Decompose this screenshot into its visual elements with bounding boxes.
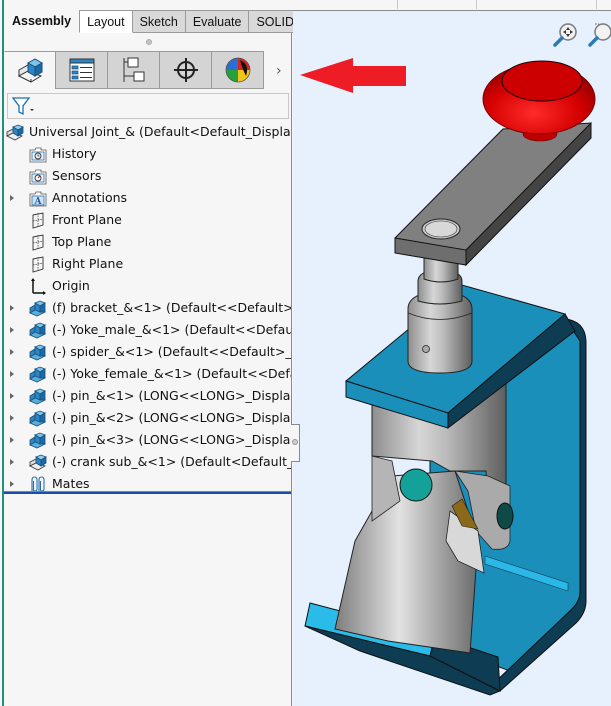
tree-item-label: (-) pin_&<2> (LONG<<LONG>_Display State … — [52, 410, 291, 425]
tree-item-sensors[interactable]: Sensors — [4, 165, 291, 187]
tree-item-origin[interactable]: Origin — [4, 275, 291, 297]
zoom-to-area-icon[interactable] — [586, 21, 611, 49]
tree-item-label: (-) Yoke_female_&<1> (Default<<Default>_… — [52, 366, 291, 381]
subassembly-icon — [29, 454, 47, 471]
tab-sketch[interactable]: Sketch — [132, 10, 186, 33]
tree-item-label: (-) spider_&<1> (Default<<Default>_Displ… — [52, 344, 291, 359]
annotations-folder-icon: A — [29, 191, 47, 207]
expand-arrow-icon[interactable] — [10, 459, 14, 465]
graphics-viewport[interactable] — [293, 10, 611, 706]
pin-side — [496, 502, 514, 530]
panel-tabs — [4, 51, 264, 89]
tree-item-annotations[interactable]: A Annotations — [4, 187, 291, 209]
plane-icon — [32, 234, 44, 251]
zoom-to-fit-icon[interactable] — [551, 21, 579, 49]
tree-item-label: (-) pin_&<1> (LONG<<LONG>_Display State … — [52, 388, 291, 403]
part-icon — [29, 432, 47, 449]
more-tabs-chevron[interactable]: › — [276, 63, 282, 79]
tab-assembly[interactable]: Assembly — [0, 10, 79, 33]
part-icon — [29, 366, 47, 383]
origin-icon — [31, 278, 46, 295]
sensors-folder-icon — [29, 169, 47, 185]
expand-arrow-icon[interactable] — [10, 481, 14, 487]
tree-item-label: (-) Yoke_male_&<1> (Default<<Default>_Di… — [52, 322, 291, 337]
panel-grip[interactable] — [146, 39, 152, 45]
featuremanager-panel: › Universal Joint_& (Default<Default_Dis… — [4, 33, 292, 706]
part-icon — [29, 388, 47, 405]
tree-item-label: (f) bracket_&<1> (Default<<Default>_Disp… — [52, 300, 291, 315]
expand-arrow-icon[interactable] — [10, 371, 14, 377]
history-folder-icon — [29, 147, 47, 163]
panel-splitter-handle[interactable] — [291, 424, 300, 462]
tree-filter-bar[interactable] — [7, 93, 289, 119]
tree-item-front-plane[interactable]: Front Plane — [4, 209, 291, 231]
tree-rollback-bar[interactable] — [4, 491, 291, 494]
expand-arrow-icon[interactable] — [10, 195, 14, 201]
crosshair-icon — [173, 58, 198, 82]
tree-item-label: Top Plane — [52, 234, 112, 249]
tab-featuremanager-design-tree[interactable] — [4, 51, 56, 89]
tree-item-label: Right Plane — [52, 256, 124, 271]
solidworks-window: Assembly Layout Sketch Evaluate SOLIDWOR… — [0, 0, 611, 706]
tab-propertymanager[interactable] — [56, 51, 108, 89]
expand-arrow-icon[interactable] — [10, 327, 14, 333]
assembly-icon — [17, 57, 44, 83]
universal-joint-model[interactable] — [293, 11, 611, 706]
funnel-filter-icon — [11, 97, 34, 116]
crank-arm-top — [394, 122, 592, 264]
tree-item-top-plane[interactable]: Top Plane — [4, 231, 291, 253]
feature-tree: Universal Joint_& (Default<Default_Displ… — [4, 121, 291, 495]
tree-item-label: (-) crank sub_&<1> (Default<Default_Disp… — [52, 454, 291, 469]
appearance-sphere-icon — [225, 57, 250, 83]
assembly-icon — [6, 124, 24, 141]
tree-item-label: (-) pin_&<3> (LONG<<LONG>_Display State … — [52, 432, 291, 447]
part-icon — [29, 410, 47, 427]
expand-arrow-icon[interactable] — [10, 393, 14, 399]
tree-item-history[interactable]: History — [4, 143, 291, 165]
tree-item-yoke-male-1-default-default-di[interactable]: (-) Yoke_male_&<1> (Default<<Default>_Di… — [4, 319, 291, 341]
tab-evaluate[interactable]: Evaluate — [185, 10, 250, 33]
tree-item-label: Origin — [52, 278, 90, 293]
annotation-arrow-icon — [300, 58, 406, 93]
tree-item-f-bracket-1-default-default-di[interactable]: (f) bracket_&<1> (Default<<Default>_Disp… — [4, 297, 291, 319]
tree-item-crank-sub-1-default-default-di[interactable]: (-) crank sub_&<1> (Default<Default_Disp… — [4, 451, 291, 473]
tree-item-label: History — [52, 146, 97, 161]
tree-item-spider-1-default-default-displ[interactable]: (-) spider_&<1> (Default<<Default>_Displ… — [4, 341, 291, 363]
part-icon — [29, 300, 47, 317]
window-edge — [2, 0, 4, 706]
tab-layout[interactable]: Layout — [79, 10, 133, 33]
expand-arrow-icon[interactable] — [10, 415, 14, 421]
tree-item-pin-2-long-long-display-state-[interactable]: (-) pin_&<2> (LONG<<LONG>_Display State … — [4, 407, 291, 429]
configuration-tree-icon — [123, 57, 144, 82]
plane-icon — [32, 212, 44, 229]
tab-displaymanager[interactable] — [212, 51, 264, 89]
tree-item-label: Annotations — [52, 190, 128, 205]
tree-item-yoke-female-1-default-default-[interactable]: (-) Yoke_female_&<1> (Default<<Default>_… — [4, 363, 291, 385]
part-icon — [29, 322, 47, 339]
tree-item-label: Sensors — [52, 168, 102, 183]
tree-item-label: Front Plane — [52, 212, 122, 227]
expand-arrow-icon[interactable] — [10, 437, 14, 443]
tab-dimxpertmanager[interactable] — [160, 51, 212, 89]
tree-root-assembly[interactable]: Universal Joint_& (Default<Default_Displ… — [4, 121, 291, 143]
tab-configurationmanager[interactable] — [108, 51, 160, 89]
tree-item-right-plane[interactable]: Right Plane — [4, 253, 291, 275]
pin-front — [399, 468, 433, 502]
plane-icon — [32, 256, 44, 273]
tree-root-label: Universal Joint_& (Default<Default_Displ… — [29, 124, 291, 139]
part-icon — [29, 344, 47, 361]
expand-arrow-icon[interactable] — [10, 349, 14, 355]
property-list-icon — [69, 58, 94, 82]
expand-arrow-icon[interactable] — [10, 305, 14, 311]
tree-item-pin-1-long-long-display-state-[interactable]: (-) pin_&<1> (LONG<<LONG>_Display State … — [4, 385, 291, 407]
svg-text:A: A — [34, 197, 43, 207]
tree-item-pin-3-long-long-display-state-[interactable]: (-) pin_&<3> (LONG<<LONG>_Display State … — [4, 429, 291, 451]
